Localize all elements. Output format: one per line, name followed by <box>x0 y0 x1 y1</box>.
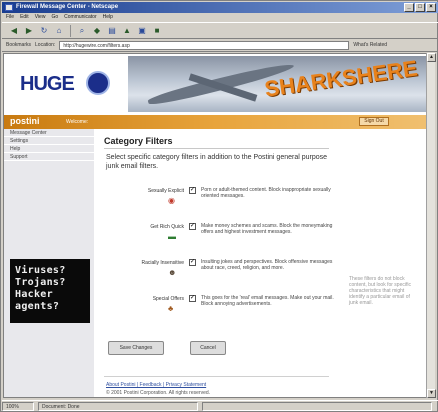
toolbar-divider <box>70 24 71 37</box>
zoom-indicator: 100% <box>2 402 34 411</box>
sidebar-item-message-center[interactable]: Message Center <box>4 129 94 137</box>
whats-related-button[interactable]: What's Related <box>353 42 387 48</box>
filter-checkbox[interactable]: ✓ <box>189 259 196 266</box>
filter-label: Get Rich Quick <box>150 224 184 230</box>
filter-checkbox[interactable]: ✓ <box>189 295 196 302</box>
filter-description: Make money schemes and scams. Block the … <box>201 223 333 235</box>
filter-label: Special Offers <box>152 296 184 302</box>
copyright-text: © 2001 Postini Corporation. All rights r… <box>106 390 211 396</box>
navigation-toolbar: ◀ ▶ ↻ ⌂ ⌕ ◆ ▤ ▲ ▣ ■ <box>2 22 438 39</box>
menu-edit[interactable]: Edit <box>20 13 29 22</box>
terminal-line: Hacker <box>15 289 53 300</box>
location-bar: Bookmarks Location: http://hugewire.com/… <box>2 39 438 52</box>
filter-checkbox[interactable]: ✓ <box>189 187 196 194</box>
money-icon: ▬ <box>168 232 176 241</box>
back-icon[interactable]: ◀ <box>8 25 20 37</box>
banner-photo: SHARKSHERE <box>128 55 427 112</box>
status-bar: 100% Document: Done <box>2 400 438 412</box>
site-banner: HUGE SHARKSHERE <box>4 54 427 114</box>
filter-label: Sexually Explicit <box>147 188 184 194</box>
scroll-up-icon[interactable]: ▲ <box>427 53 436 62</box>
filter-row-sexually-explicit: Sexually Explicit ◉ ✓ Porn or adult-them… <box>106 187 341 223</box>
scroll-down-icon[interactable]: ▼ <box>427 389 436 398</box>
filter-description: This goes for the 'real' email messages.… <box>201 295 334 307</box>
gift-icon: ♣ <box>168 304 174 313</box>
footer-divider <box>104 376 329 377</box>
filter-description: Porn or adult-themed content. Block inap… <box>201 187 331 199</box>
main-content: Category Filters <box>104 136 334 146</box>
sidebar-item-settings[interactable]: Settings <box>4 137 94 145</box>
status-text: Document: Done <box>38 402 198 411</box>
page-title: Category Filters <box>104 136 173 146</box>
menu-file[interactable]: File <box>6 13 14 22</box>
headline-bottom: HERE <box>354 55 419 89</box>
filter-row-special-offers: Special Offers ♣ ✓ This goes for the 're… <box>106 295 341 331</box>
netscape-icon <box>5 4 13 11</box>
sidebar-item-support[interactable]: Support <box>4 153 94 161</box>
menu-bar: File Edit View Go Communicator Help <box>2 13 438 22</box>
stop-icon[interactable]: ■ <box>151 25 163 37</box>
home-icon[interactable]: ⌂ <box>53 25 65 37</box>
minimize-button[interactable]: _ <box>404 3 414 12</box>
terminal-line: agents? <box>15 301 60 312</box>
banner-headline: SHARKSHERE <box>263 55 419 102</box>
print-icon[interactable]: ▤ <box>106 25 118 37</box>
sign-out-button[interactable]: Sign Out <box>359 117 389 126</box>
side-note: These filters do not block content, but … <box>349 276 411 306</box>
vertical-scrollbar[interactable]: ▲ ▼ <box>426 53 436 398</box>
welcome-text: Welcome: <box>66 119 89 125</box>
close-button[interactable]: × <box>426 3 436 12</box>
menu-go[interactable]: Go <box>51 13 58 22</box>
menu-communicator[interactable]: Communicator <box>64 13 97 22</box>
nav-strip: postini Welcome: Sign Out <box>4 115 427 129</box>
browser-window: Firewall Message Center - Netscape _ □ ×… <box>0 0 438 412</box>
footer-links[interactable]: About Postini | Feedback | Privacy State… <box>106 382 206 388</box>
sidebar-item-help[interactable]: Help <box>4 145 94 153</box>
title-divider <box>104 148 329 149</box>
menu-help[interactable]: Help <box>103 13 113 22</box>
site-logo[interactable]: HUGE <box>20 73 75 96</box>
filter-row-racially-insensitive: Racially Insensitive ☻ ✓ Insulting jokes… <box>106 259 341 295</box>
maximize-button[interactable]: □ <box>415 3 425 12</box>
cancel-button[interactable]: Cancel <box>190 341 226 355</box>
title-bar: Firewall Message Center - Netscape _ □ × <box>2 2 438 13</box>
sidebar: Message Center Settings Help Support Vir… <box>4 129 94 397</box>
netscape-icon[interactable]: ◆ <box>91 25 103 37</box>
promo-terminal: Viruses? Trojans? Hacker agents? <box>10 259 90 323</box>
intro-text: Select specific category filters in addi… <box>106 154 328 170</box>
filter-row-get-rich-quick: Get Rich Quick ▬ ✓ Make money schemes an… <box>106 223 341 259</box>
forward-icon[interactable]: ▶ <box>23 25 35 37</box>
bookmarks-button[interactable]: Bookmarks <box>6 42 31 48</box>
security-icon[interactable]: ▲ <box>121 25 133 37</box>
terminal-line: Trojans? <box>15 277 66 288</box>
filter-description: Insulting jokes and perspectives. Block … <box>201 259 333 271</box>
filter-checkbox[interactable]: ✓ <box>189 223 196 230</box>
reload-icon[interactable]: ↻ <box>38 25 50 37</box>
filter-label: Racially Insensitive <box>141 260 184 266</box>
shop-icon[interactable]: ▣ <box>136 25 148 37</box>
location-label: Location: <box>35 42 56 48</box>
terminal-line: Viruses? <box>15 265 66 276</box>
window-title: Firewall Message Center - Netscape <box>16 4 119 10</box>
brand-logo[interactable]: postini <box>10 116 40 126</box>
save-changes-button[interactable]: Save Changes <box>108 341 164 355</box>
lips-icon: ◉ <box>168 196 175 205</box>
status-icons <box>202 402 432 411</box>
menu-view[interactable]: View <box>35 13 46 22</box>
search-icon[interactable]: ⌕ <box>76 25 88 37</box>
page-viewport: HUGE SHARKSHERE postini Welcome: Sign Ou… <box>3 53 428 398</box>
url-input[interactable]: http://hugewire.com/filters.asp <box>59 40 350 50</box>
logo-mark <box>86 71 110 95</box>
people-icon: ☻ <box>168 268 177 277</box>
